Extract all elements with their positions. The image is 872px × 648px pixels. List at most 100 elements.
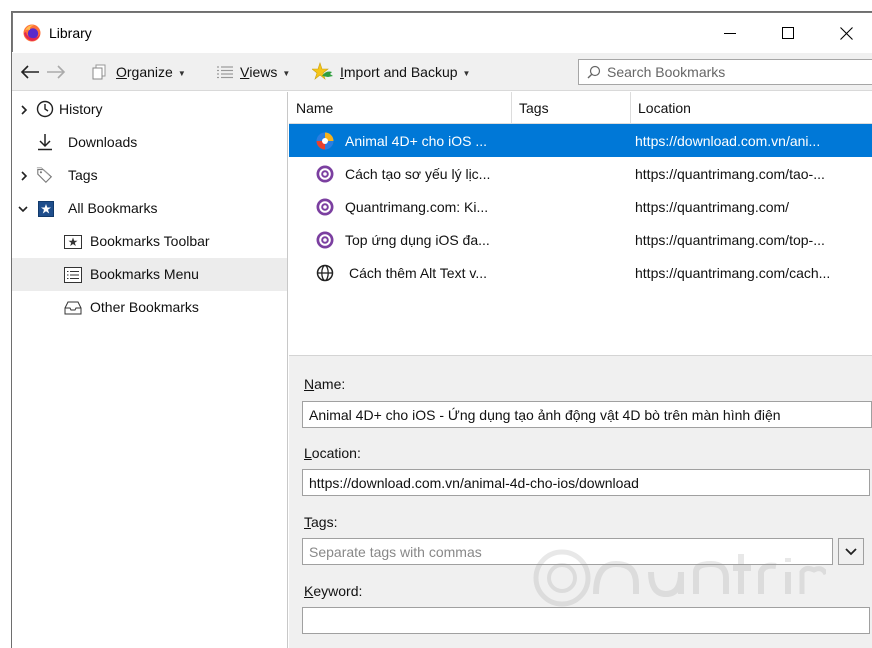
sidebar-item-label: All Bookmarks (68, 200, 158, 216)
column-header-label: Name (296, 100, 334, 116)
column-header-location[interactable]: Location (631, 92, 872, 124)
globe-icon (316, 264, 334, 282)
import-backup-menu-button[interactable]: Import and Backup ▼ (312, 53, 470, 91)
organize-accel: O (116, 64, 127, 80)
row-name: Cách tạo sơ yếu lý lịc... (345, 165, 491, 182)
expand-chevron-icon[interactable] (18, 104, 30, 116)
sidebar-item-label: Downloads (68, 134, 138, 150)
sidebar-item-bookmarks-toolbar[interactable]: Bookmarks Toolbar (12, 225, 287, 258)
quantrimang-favicon (316, 231, 334, 249)
inbox-folder-icon (64, 299, 82, 317)
keyword-label-accel: K (304, 583, 314, 599)
search-icon (587, 65, 601, 79)
back-button[interactable] (20, 53, 40, 91)
organize-dropdown-icon: ▼ (177, 68, 186, 78)
window-title: Library (49, 25, 92, 41)
row-name: Animal 4D+ cho iOS ... (345, 132, 488, 149)
keyword-label-text: eyword: (313, 583, 363, 599)
name-label: Name: (304, 376, 345, 392)
firefox-logo-icon (23, 24, 41, 42)
row-location: https://quantrimang.com/top-... (635, 231, 825, 248)
row-location: https://quantrimang.com/ (635, 198, 790, 215)
sidebar-item-bookmarks-menu[interactable]: Bookmarks Menu (12, 258, 287, 291)
sidebar-item-all-bookmarks[interactable]: All Bookmarks (12, 192, 287, 225)
bookmarks-list: Animal 4D+ cho iOS ... https://download.… (289, 124, 872, 354)
import-backup-dropdown-icon: ▼ (462, 68, 471, 78)
column-header-label: Tags (519, 100, 549, 116)
sidebar-item-label: Bookmarks Toolbar (90, 233, 210, 249)
download-arrow-icon (36, 133, 54, 151)
tags-label-accel: T (304, 514, 311, 530)
quantrimang-favicon (316, 198, 334, 216)
library-toolbar: Organize ▼ Views ▼ Import and Backup ▼ (12, 53, 872, 91)
row-name: Top ứng dụng iOS đa... (345, 231, 490, 248)
organize-label: rganize (126, 64, 173, 80)
sidebar-item-label: Bookmarks Menu (90, 266, 199, 282)
name-field[interactable]: Animal 4D+ cho iOS - Ứng dụng tạo ảnh độ… (302, 401, 872, 428)
column-header-label: Location (638, 100, 691, 116)
tags-label-text: ags: (311, 514, 338, 530)
clock-icon (36, 100, 54, 118)
column-header-tags[interactable]: Tags (512, 92, 630, 124)
menu-list-icon (64, 266, 82, 284)
name-label-accel: N (304, 376, 315, 392)
star-folder-icon (37, 200, 55, 218)
keyword-field[interactable] (302, 607, 870, 634)
organize-menu-button[interactable]: Organize ▼ (92, 53, 186, 91)
bookmark-details-pane: Name: Animal 4D+ cho iOS - Ứng dụng tạo … (289, 355, 872, 648)
sidebar-item-label: Other Bookmarks (90, 299, 199, 315)
table-row[interactable]: Animal 4D+ cho iOS ... https://download.… (289, 124, 872, 157)
sidebar-item-history[interactable]: History (12, 93, 287, 126)
maximize-icon (782, 27, 794, 39)
search-input[interactable] (607, 64, 867, 80)
views-menu-button[interactable]: Views ▼ (216, 53, 290, 91)
name-label-text: ame: (314, 376, 346, 392)
places-sidebar: History Downloads Tags All Bookmarks Boo… (12, 92, 288, 648)
views-dropdown-icon: ▼ (282, 68, 291, 78)
row-location: https://download.com.vn/ani... (635, 132, 821, 149)
forward-arrow-icon (47, 65, 66, 79)
location-label-accel: L (304, 445, 312, 461)
toolbar-star-icon (64, 233, 82, 251)
row-name: Cách thêm Alt Text v... (349, 264, 487, 281)
tag-icon (36, 166, 54, 184)
search-box[interactable] (578, 59, 872, 85)
import-backup-label: mport and Backup (343, 64, 458, 80)
table-row[interactable]: Quantrimang.com: Ki... https://quantrima… (289, 190, 872, 223)
location-field[interactable]: https://download.com.vn/animal-4d-cho-io… (302, 469, 870, 496)
table-row[interactable]: Top ứng dụng iOS đa... https://quantrima… (289, 223, 872, 256)
views-label: iews (249, 64, 278, 80)
sidebar-item-label: History (59, 101, 103, 117)
collapse-chevron-icon[interactable] (17, 203, 29, 215)
bookmarks-table-header: Name Tags Location (289, 92, 872, 124)
title-bar[interactable]: Library (12, 12, 872, 52)
tags-label: Tags: (304, 514, 337, 530)
sidebar-item-other-bookmarks[interactable]: Other Bookmarks (12, 291, 287, 324)
row-location: https://quantrimang.com/cach... (635, 264, 831, 281)
row-name: Quantrimang.com: Ki... (345, 198, 489, 215)
sidebar-item-downloads[interactable]: Downloads (12, 126, 287, 159)
maximize-button[interactable] (765, 13, 811, 53)
sidebar-item-tags[interactable]: Tags (12, 159, 287, 192)
organize-icon (92, 64, 106, 80)
close-icon (839, 26, 853, 40)
tags-dropdown-button[interactable] (838, 538, 864, 565)
sidebar-item-label: Tags (68, 167, 98, 183)
table-row[interactable]: Cách tạo sơ yếu lý lịc... https://quantr… (289, 157, 872, 190)
expand-chevron-icon[interactable] (18, 170, 30, 182)
minimize-button[interactable] (707, 13, 753, 53)
location-label-text: ocation: (311, 445, 361, 461)
table-row[interactable]: Cách thêm Alt Text v... https://quantrim… (289, 256, 872, 289)
minimize-icon (724, 33, 736, 34)
tags-field[interactable]: Separate tags with commas (302, 538, 833, 565)
forward-button[interactable] (46, 53, 66, 91)
close-button[interactable] (823, 13, 869, 53)
chevron-down-icon (845, 547, 857, 555)
quantrimang-favicon (316, 165, 334, 183)
row-location: https://quantrimang.com/tao-... (635, 165, 825, 182)
import-backup-icon (312, 62, 333, 80)
download-site-favicon (316, 132, 334, 150)
views-list-icon (217, 66, 233, 79)
back-arrow-icon (20, 65, 39, 79)
column-header-name[interactable]: Name (289, 92, 511, 124)
